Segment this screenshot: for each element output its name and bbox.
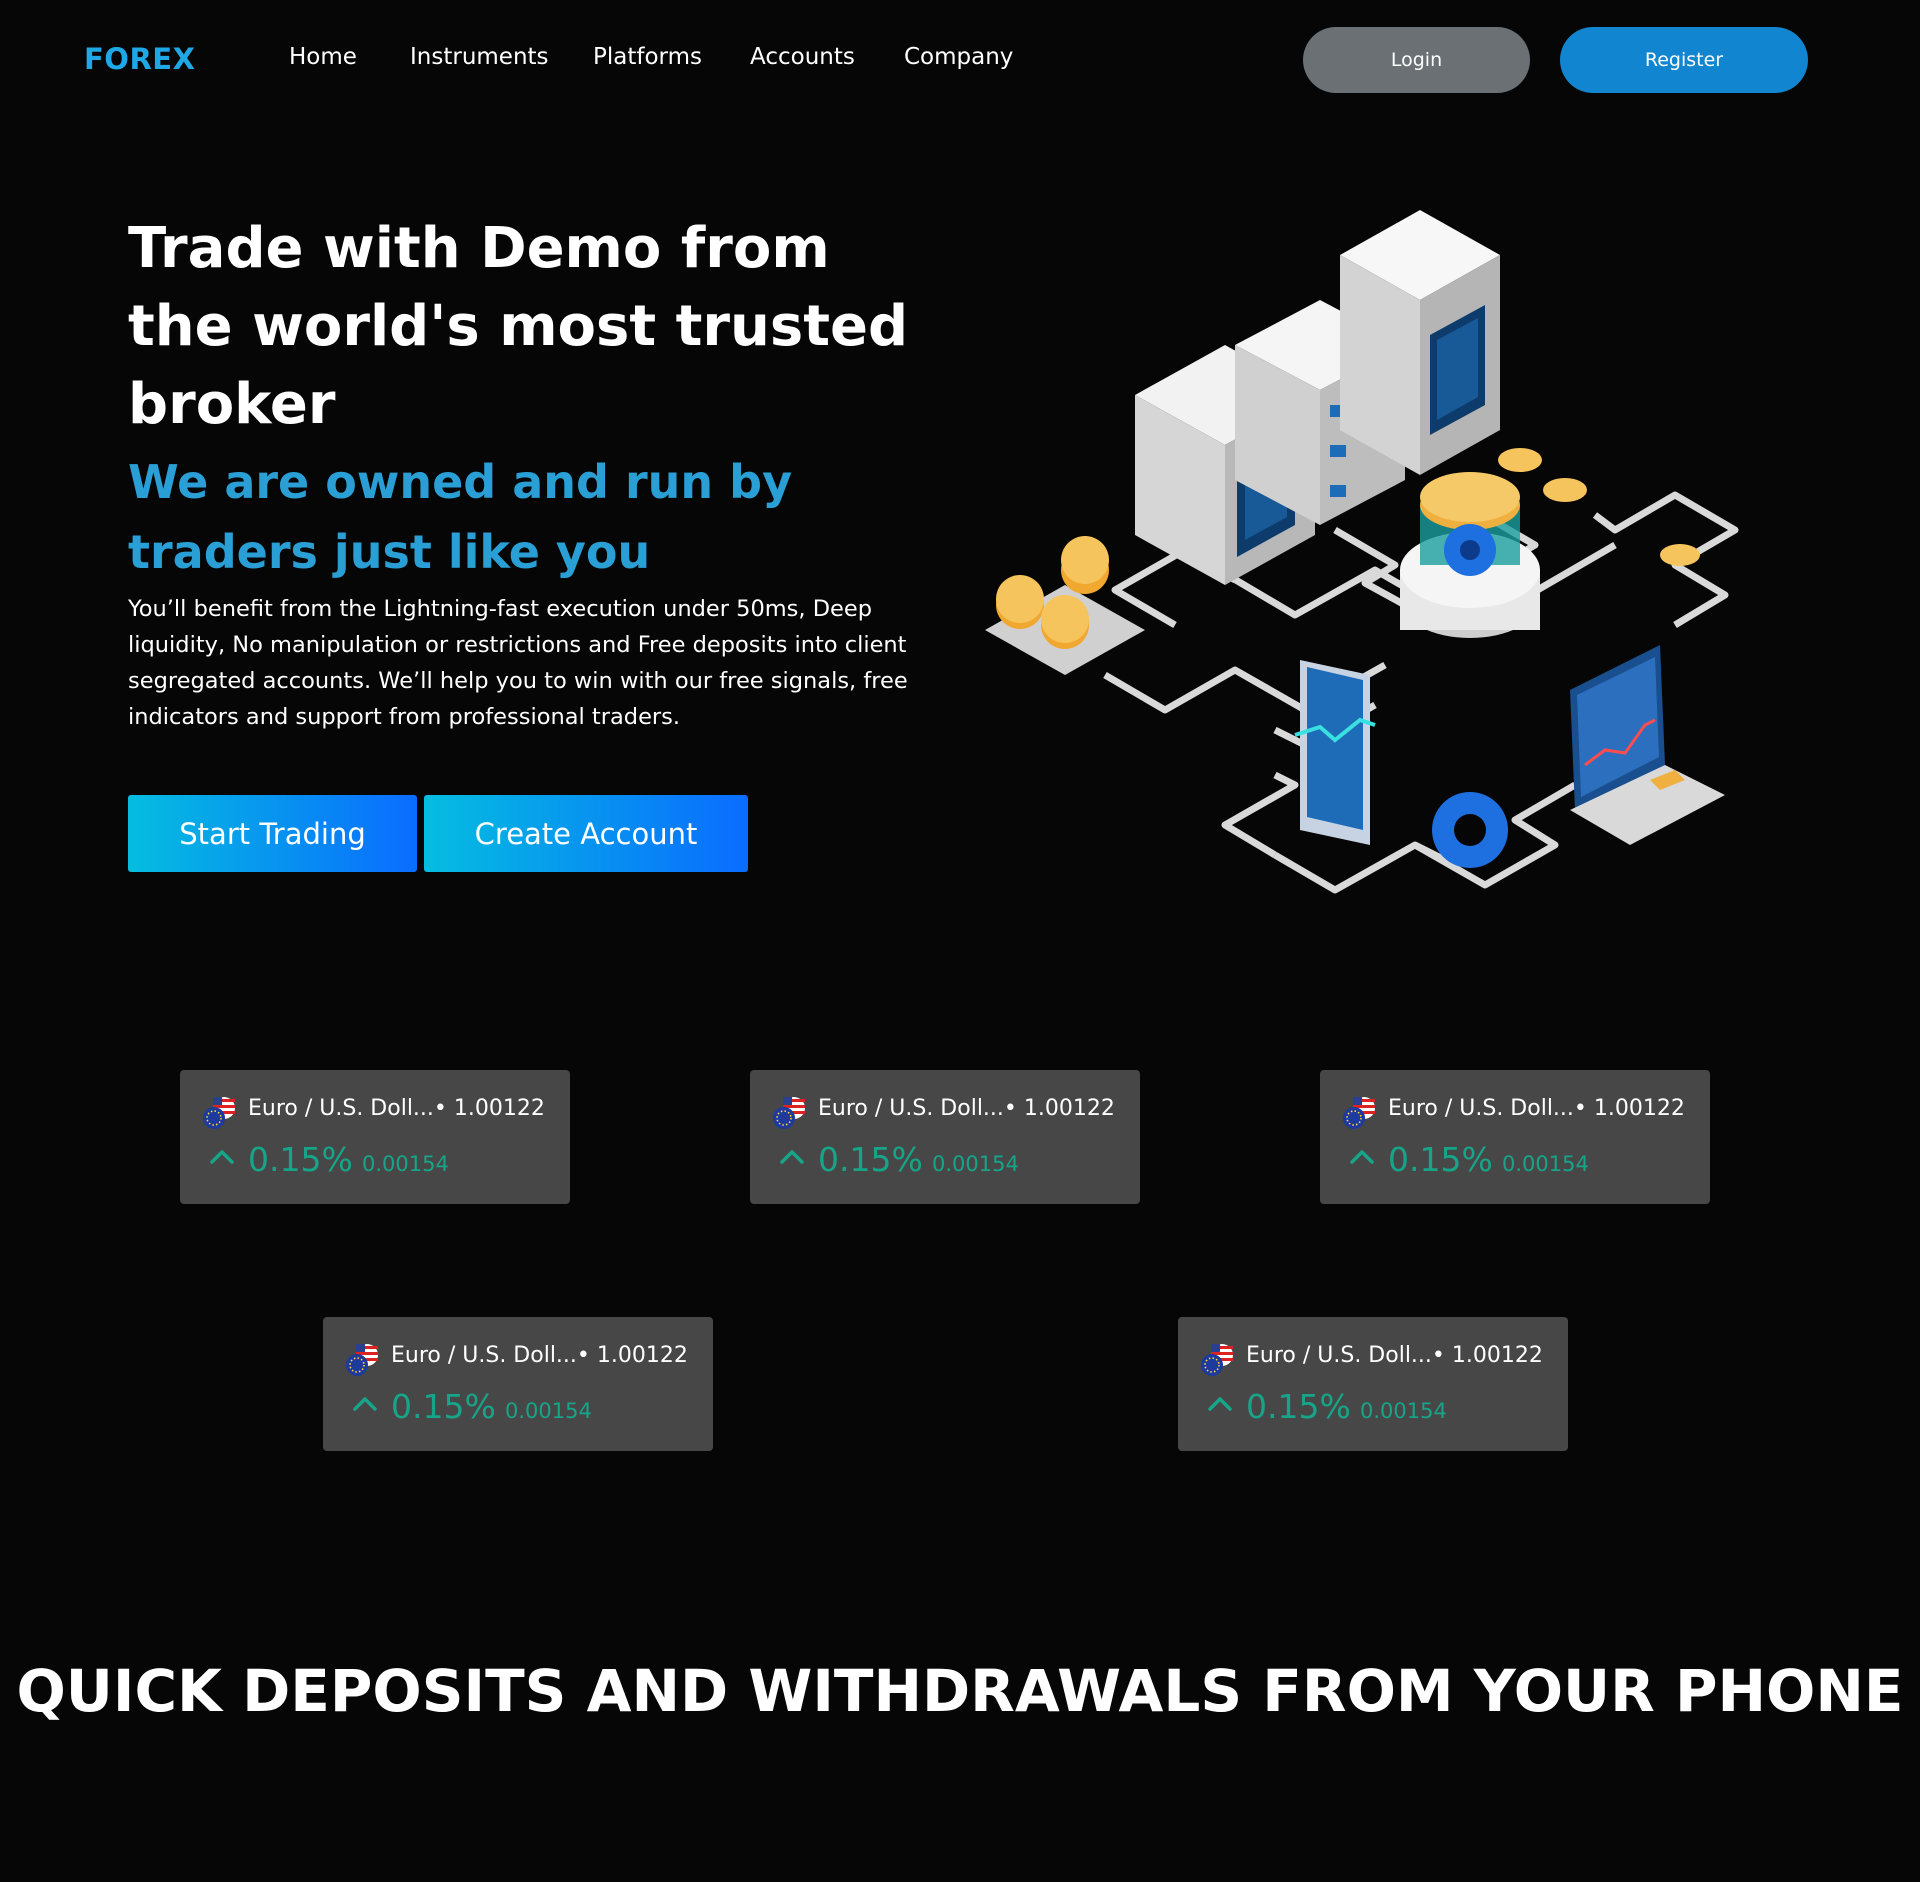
arrow-up-icon <box>210 1150 234 1164</box>
ticker-pair: Euro / U.S. Doll...• 1.00122 <box>391 1343 688 1368</box>
arrow-up-icon <box>1350 1150 1374 1164</box>
nav-link-instruments[interactable]: Instruments <box>410 44 549 70</box>
ticker-change-value: 0.00154 <box>1360 1399 1447 1423</box>
eur-usd-flag-icon <box>203 1097 235 1129</box>
ticker-card[interactable]: Euro / U.S. Doll...• 1.00122 0.15% 0.001… <box>750 1070 1140 1204</box>
hero-subtitle: We are owned and run by traders just lik… <box>128 455 793 579</box>
eur-usd-flag-icon <box>1343 1097 1375 1129</box>
ticker-pair: Euro / U.S. Doll...• 1.00122 <box>1246 1343 1543 1368</box>
site-logo[interactable]: FOREX <box>84 42 195 76</box>
ticker-change-percent: 0.15% <box>391 1387 496 1426</box>
nav-link-home[interactable]: Home <box>289 44 357 70</box>
ticker-change-value: 0.00154 <box>362 1152 449 1176</box>
ticker-pair: Euro / U.S. Doll...• 1.00122 <box>1388 1096 1685 1121</box>
section-title: QUICK DEPOSITS AND WITHDRAWALS FROM YOUR… <box>16 1657 1904 1725</box>
ticker-change-value: 0.00154 <box>932 1152 1019 1176</box>
register-button[interactable]: Register <box>1560 27 1808 93</box>
hero-title: Trade with Demo from the world's most tr… <box>128 216 909 437</box>
create-account-button[interactable]: Create Account <box>424 795 748 872</box>
eur-usd-flag-icon <box>346 1344 378 1376</box>
start-trading-button[interactable]: Start Trading <box>128 795 417 872</box>
ticker-card[interactable]: Euro / U.S. Doll...• 1.00122 0.15% 0.001… <box>180 1070 570 1204</box>
ticker-change-percent: 0.15% <box>818 1140 923 1179</box>
ticker-change-percent: 0.15% <box>1246 1387 1351 1426</box>
ticker-change-value: 0.00154 <box>505 1399 592 1423</box>
ticker-pair: Euro / U.S. Doll...• 1.00122 <box>818 1096 1115 1121</box>
nav-link-company[interactable]: Company <box>904 44 1013 70</box>
arrow-up-icon <box>353 1397 377 1411</box>
ticker-card[interactable]: Euro / U.S. Doll...• 1.00122 0.15% 0.001… <box>1178 1317 1568 1451</box>
login-button[interactable]: Login <box>1303 27 1530 93</box>
arrow-up-icon <box>780 1150 804 1164</box>
arrow-up-icon <box>1208 1397 1232 1411</box>
eur-usd-flag-icon <box>1201 1344 1233 1376</box>
ticker-card[interactable]: Euro / U.S. Doll...• 1.00122 0.15% 0.001… <box>1320 1070 1710 1204</box>
ticker-change-percent: 0.15% <box>1388 1140 1493 1179</box>
server-network-illustration <box>985 210 1739 894</box>
ticker-change-percent: 0.15% <box>248 1140 353 1179</box>
nav-link-accounts[interactable]: Accounts <box>750 44 855 70</box>
hero-description: You’ll benefit from the Lightning-fast e… <box>128 596 908 730</box>
ticker-card[interactable]: Euro / U.S. Doll...• 1.00122 0.15% 0.001… <box>323 1317 713 1451</box>
ticker-change-value: 0.00154 <box>1502 1152 1589 1176</box>
ticker-pair: Euro / U.S. Doll...• 1.00122 <box>248 1096 545 1121</box>
eur-usd-flag-icon <box>773 1097 805 1129</box>
nav-link-platforms[interactable]: Platforms <box>593 44 702 70</box>
